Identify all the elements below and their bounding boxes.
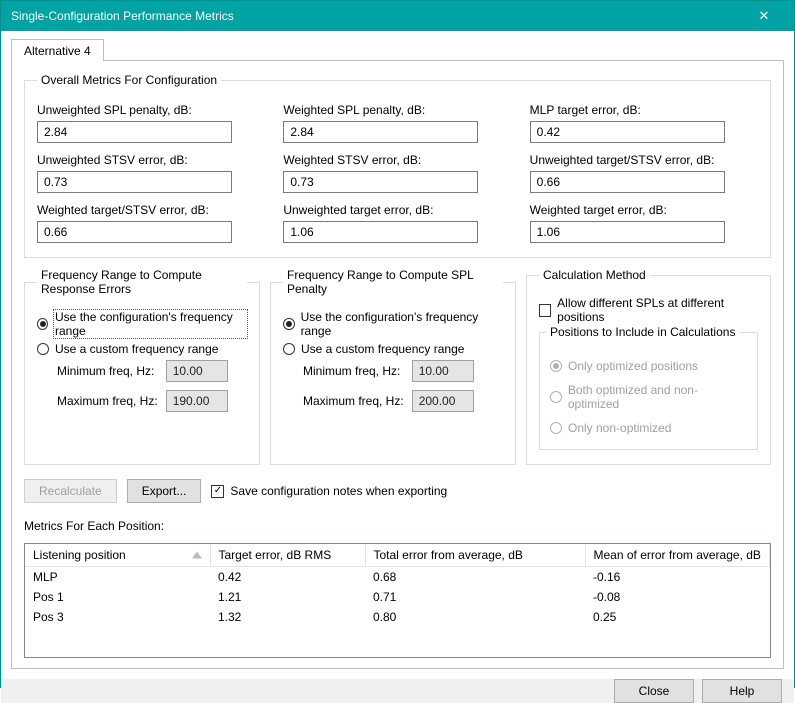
col-mean-error[interactable]: Mean of error from average, dB [585, 544, 770, 566]
input-unw-spl[interactable] [37, 121, 232, 143]
check-allow-diff-spls[interactable]: Allow different SPLs at different positi… [539, 296, 758, 324]
label-err-min: Minimum freq, Hz: [57, 364, 158, 378]
table-cell: 1.21 [210, 587, 365, 607]
input-unw-tstsv[interactable] [530, 171, 725, 193]
table-cell: 1.32 [210, 607, 365, 627]
label-spl-min: Minimum freq, Hz: [303, 364, 404, 378]
radio-icon [37, 343, 49, 355]
label-w-spl: Weighted SPL penalty, dB: [283, 103, 511, 117]
input-w-stsv[interactable] [283, 171, 478, 193]
close-icon[interactable]: ✕ [744, 1, 784, 31]
actions-row: Recalculate Export... Save configuration… [24, 479, 771, 503]
titlebar: Single-Configuration Performance Metrics… [1, 1, 794, 31]
radio-err-custom[interactable]: Use a custom frequency range [37, 342, 247, 356]
overall-metrics-legend: Overall Metrics For Configuration [37, 73, 221, 87]
freq-range-spl-legend: Frequency Range to Compute SPL Penalty [283, 268, 503, 296]
label-unw-stsv: Unweighted STSV error, dB: [37, 153, 265, 167]
radio-icon [283, 343, 295, 355]
calculation-method-group: Calculation Method Allow different SPLs … [526, 268, 771, 465]
window-title: Single-Configuration Performance Metrics [11, 9, 744, 23]
sort-asc-icon [192, 551, 202, 558]
radio-icon [283, 318, 295, 330]
check-save-notes-label: Save configuration notes when exporting [230, 484, 447, 498]
col-target-error[interactable]: Target error, dB RMS [210, 544, 365, 566]
label-unw-spl: Unweighted SPL penalty, dB: [37, 103, 265, 117]
label-w-targ: Weighted target error, dB: [530, 203, 758, 217]
radio-spl-custom-label: Use a custom frequency range [301, 342, 464, 356]
input-unw-stsv[interactable] [37, 171, 232, 193]
label-unw-targ: Unweighted target error, dB: [283, 203, 511, 217]
radio-icon [550, 391, 562, 403]
radio-icon [550, 422, 562, 434]
table-cell: Pos 1 [25, 587, 210, 607]
radio-icon [550, 360, 562, 372]
radio-spl-config[interactable]: Use the configuration's frequency range [283, 310, 503, 338]
label-w-stsv: Weighted STSV error, dB: [283, 153, 511, 167]
check-allow-diff-spls-label: Allow different SPLs at different positi… [557, 296, 758, 324]
radio-icon [37, 318, 48, 330]
table-cell: -0.08 [585, 587, 770, 607]
input-err-min[interactable] [166, 360, 228, 382]
freq-range-errors-legend: Frequency Range to Compute Response Erro… [37, 268, 247, 296]
check-save-notes[interactable]: Save configuration notes when exporting [211, 484, 447, 498]
input-w-spl[interactable] [283, 121, 478, 143]
metrics-per-position-label: Metrics For Each Position: [24, 519, 771, 533]
input-spl-max[interactable] [412, 390, 474, 412]
positions-include-legend: Positions to Include in Calculations [546, 325, 739, 339]
radio-spl-config-label: Use the configuration's frequency range [301, 310, 503, 338]
checkbox-icon [211, 485, 224, 498]
radio-both: Both optimized and non-optimized [550, 383, 747, 411]
label-unw-tstsv: Unweighted target/STSV error, dB: [530, 153, 758, 167]
label-spl-max: Maximum freq, Hz: [303, 394, 404, 408]
table-cell: -0.16 [585, 566, 770, 587]
client-area: Alternative 4 Overall Metrics For Config… [1, 31, 794, 679]
col-listening-position[interactable]: Listening position [25, 544, 210, 566]
label-mlp: MLP target error, dB: [530, 103, 758, 117]
radio-err-custom-label: Use a custom frequency range [55, 342, 218, 356]
calc-legend: Calculation Method [539, 268, 650, 282]
input-w-tstsv[interactable] [37, 221, 232, 243]
freq-range-spl-group: Frequency Range to Compute SPL Penalty U… [270, 268, 516, 465]
table-row[interactable]: Pos 11.210.71-0.08 [25, 587, 770, 607]
table-cell: 0.80 [365, 607, 585, 627]
radio-only-optimized: Only optimized positions [550, 359, 747, 373]
tab-page: Overall Metrics For Configuration Unweig… [11, 60, 784, 669]
input-spl-min[interactable] [412, 360, 474, 382]
positions-table[interactable]: Listening position Target error, dB RMS … [24, 543, 771, 658]
col-total-error[interactable]: Total error from average, dB [365, 544, 585, 566]
freq-range-errors-group: Frequency Range to Compute Response Erro… [24, 268, 260, 465]
input-unw-targ[interactable] [283, 221, 478, 243]
help-button[interactable]: Help [702, 679, 782, 703]
radio-only-optimized-label: Only optimized positions [568, 359, 698, 373]
label-w-tstsv: Weighted target/STSV error, dB: [37, 203, 265, 217]
tab-strip: Alternative 4 [11, 39, 784, 61]
radio-spl-custom[interactable]: Use a custom frequency range [283, 342, 503, 356]
radio-err-config[interactable]: Use the configuration's frequency range [37, 310, 247, 338]
table-row[interactable]: Pos 31.320.800.25 [25, 607, 770, 627]
window: Single-Configuration Performance Metrics… [0, 0, 795, 688]
radio-err-config-label: Use the configuration's frequency range [54, 310, 247, 338]
table-cell: MLP [25, 566, 210, 587]
table-cell: 0.25 [585, 607, 770, 627]
input-err-max[interactable] [166, 390, 228, 412]
radio-both-label: Both optimized and non-optimized [568, 383, 747, 411]
table-row[interactable]: MLP0.420.68-0.16 [25, 566, 770, 587]
recalculate-button[interactable]: Recalculate [24, 479, 117, 503]
radio-only-non: Only non-optimized [550, 421, 747, 435]
table-cell: 0.42 [210, 566, 365, 587]
label-err-max: Maximum freq, Hz: [57, 394, 158, 408]
positions-include-group: Positions to Include in Calculations Onl… [539, 332, 758, 450]
tab-alternative-4[interactable]: Alternative 4 [11, 39, 104, 61]
input-mlp[interactable] [530, 121, 725, 143]
close-button[interactable]: Close [614, 679, 694, 703]
dialog-footer: Close Help [1, 679, 794, 703]
table-cell: 0.71 [365, 587, 585, 607]
radio-only-non-label: Only non-optimized [568, 421, 671, 435]
overall-metrics-group: Overall Metrics For Configuration Unweig… [24, 73, 771, 258]
table-cell: 0.68 [365, 566, 585, 587]
export-button[interactable]: Export... [127, 479, 202, 503]
table-cell: Pos 3 [25, 607, 210, 627]
input-w-targ[interactable] [530, 221, 725, 243]
checkbox-icon [539, 304, 551, 317]
